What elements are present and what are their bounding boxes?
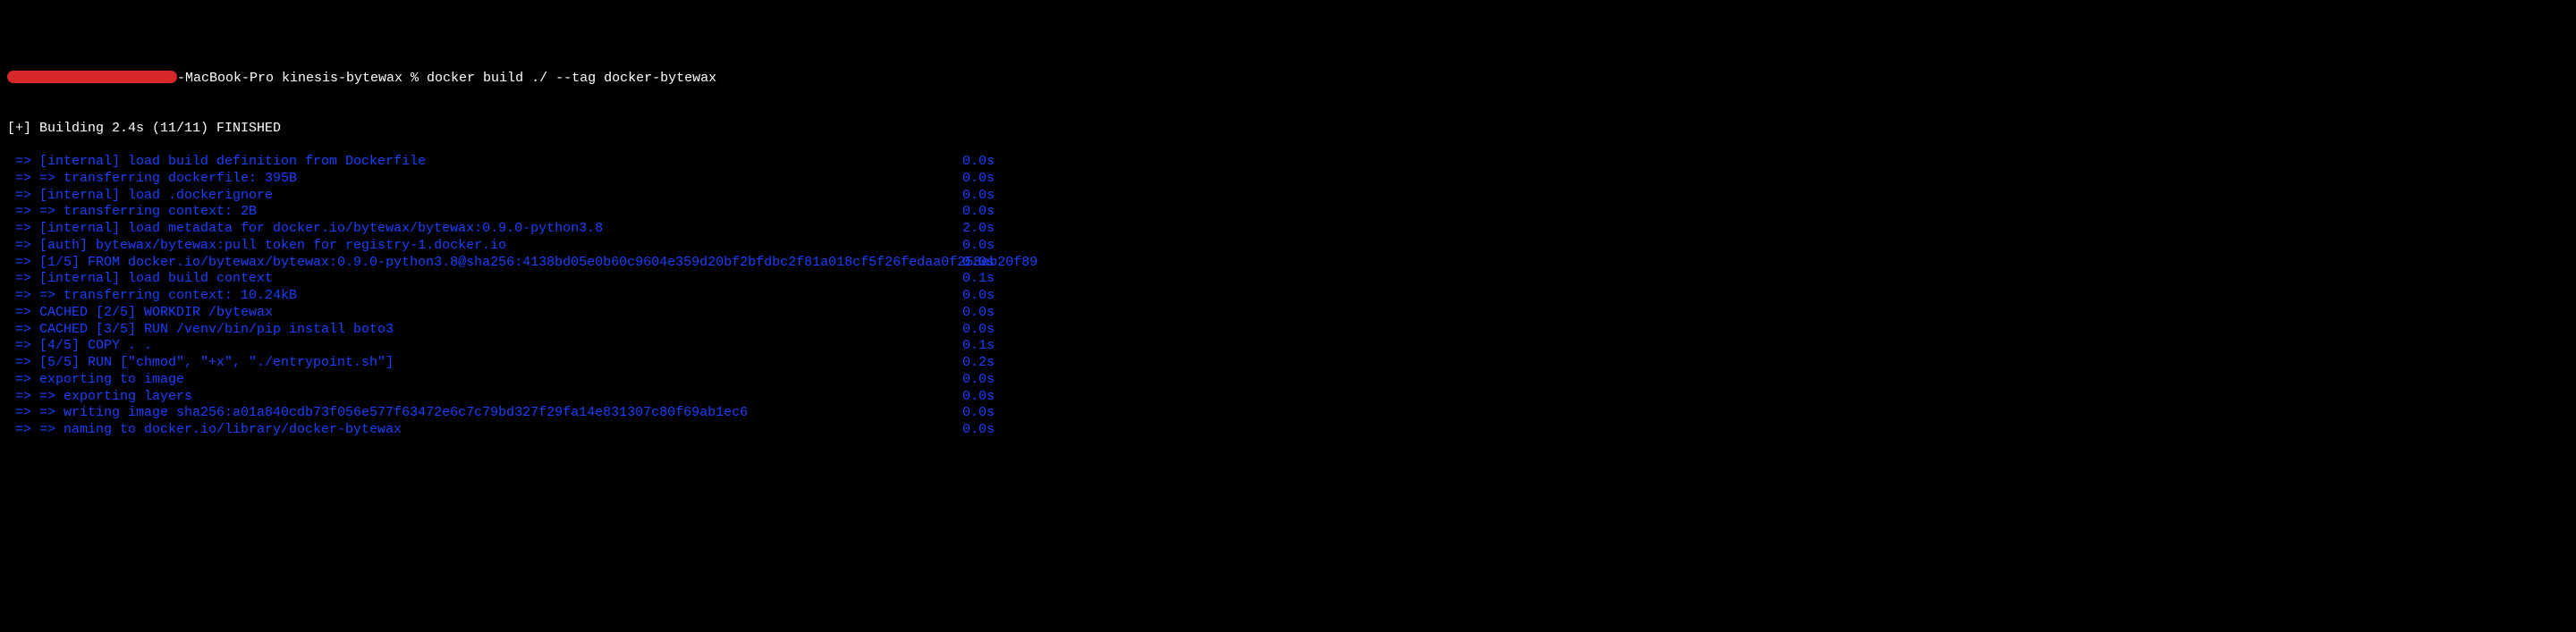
arrow-icon: =>: [7, 255, 39, 272]
build-step-row: => [internal] load .dockerignore 0.0s: [7, 188, 2569, 205]
build-step-row: => => transferring dockerfile: 395B 0.0s: [7, 171, 2569, 188]
arrow-icon: =>: [7, 238, 39, 255]
build-step-time: 0.0s: [962, 372, 995, 389]
shell-prompt-host: -MacBook-Pro kinesis-bytewax %: [177, 71, 427, 86]
arrow-icon: =>: [7, 422, 39, 439]
arrow-icon: =>: [7, 305, 39, 322]
build-step-text: CACHED [3/5] RUN /venv/bin/pip install b…: [39, 322, 394, 339]
build-step-text: CACHED [2/5] WORKDIR /bytewax: [39, 305, 273, 322]
arrow-icon: =>: [7, 221, 39, 238]
build-step-row: => => transferring context: 10.24kB 0.0s: [7, 288, 2569, 305]
redaction-bar: [7, 71, 177, 83]
build-step-row: => => transferring context: 2B 0.0s: [7, 204, 2569, 221]
build-step-row: => [4/5] COPY . . 0.1s: [7, 338, 2569, 355]
build-step-row: => => naming to docker.io/library/docker…: [7, 422, 2569, 439]
shell-command: docker build ./ --tag docker-bytewax: [427, 71, 716, 86]
arrow-icon: =>: [7, 204, 39, 221]
build-step-text: [internal] load build definition from Do…: [39, 154, 426, 171]
arrow-icon: =>: [7, 288, 39, 305]
build-step-time: 0.0s: [962, 389, 995, 406]
build-step-text: => transferring dockerfile: 395B: [39, 171, 297, 188]
build-step-time: 0.0s: [962, 288, 995, 305]
build-step-time: 0.0s: [962, 171, 995, 188]
build-step-time: 0.2s: [962, 355, 995, 372]
arrow-icon: =>: [7, 338, 39, 355]
build-step-time: 0.1s: [962, 338, 995, 355]
arrow-icon: =>: [7, 372, 39, 389]
build-step-time: 0.0s: [962, 255, 995, 272]
build-step-row: => [internal] load build context 0.1s: [7, 271, 2569, 288]
build-step-text: => exporting layers: [39, 389, 192, 406]
build-step-text: [4/5] COPY . .: [39, 338, 152, 355]
build-step-time: 0.0s: [962, 188, 995, 205]
build-step-time: 0.0s: [962, 305, 995, 322]
build-step-text: exporting to image: [39, 372, 184, 389]
build-step-text: [1/5] FROM docker.io/bytewax/bytewax:0.9…: [39, 255, 1038, 272]
build-step-row: => CACHED [2/5] WORKDIR /bytewax 0.0s: [7, 305, 2569, 322]
build-step-row: => [5/5] RUN ["chmod", "+x", "./entrypoi…: [7, 355, 2569, 372]
build-step-text: => transferring context: 10.24kB: [39, 288, 297, 305]
build-step-time: 0.0s: [962, 154, 995, 171]
build-step-text: => naming to docker.io/library/docker-by…: [39, 422, 402, 439]
build-step-time: 0.0s: [962, 322, 995, 339]
build-step-time: 0.0s: [962, 405, 995, 422]
build-step-row: => CACHED [3/5] RUN /venv/bin/pip instal…: [7, 322, 2569, 339]
shell-prompt-line: -MacBook-Pro kinesis-bytewax % docker bu…: [7, 71, 2569, 88]
arrow-icon: =>: [7, 322, 39, 339]
build-step-row: => [internal] load metadata for docker.i…: [7, 221, 2569, 238]
build-step-text: [internal] load .dockerignore: [39, 188, 273, 205]
build-step-text: [internal] load build context: [39, 271, 273, 288]
arrow-icon: =>: [7, 405, 39, 422]
arrow-icon: =>: [7, 271, 39, 288]
arrow-icon: =>: [7, 188, 39, 205]
arrow-icon: =>: [7, 154, 39, 171]
build-step-text: [auth] bytewax/bytewax:pull token for re…: [39, 238, 506, 255]
build-step-time: 2.0s: [962, 221, 995, 238]
build-step-row: => [internal] load build definition from…: [7, 154, 2569, 171]
arrow-icon: =>: [7, 355, 39, 372]
arrow-icon: =>: [7, 389, 39, 406]
build-step-text: => transferring context: 2B: [39, 204, 257, 221]
build-step-text: [internal] load metadata for docker.io/b…: [39, 221, 603, 238]
build-step-row: => => exporting layers 0.0s: [7, 389, 2569, 406]
build-step-time: 0.0s: [962, 422, 995, 439]
build-step-time: 0.1s: [962, 271, 995, 288]
build-step-time: 0.0s: [962, 204, 995, 221]
arrow-icon: =>: [7, 171, 39, 188]
build-step-row: => [auth] bytewax/bytewax:pull token for…: [7, 238, 2569, 255]
build-steps-list: => [internal] load build definition from…: [7, 154, 2569, 439]
build-step-text: => writing image sha256:a01a840cdb73f056…: [39, 405, 748, 422]
build-step-row: => => writing image sha256:a01a840cdb73f…: [7, 405, 2569, 422]
build-summary: [+] Building 2.4s (11/11) FINISHED: [7, 121, 2569, 138]
build-step-row: => [1/5] FROM docker.io/bytewax/bytewax:…: [7, 255, 2569, 272]
build-step-time: 0.0s: [962, 238, 995, 255]
build-step-text: [5/5] RUN ["chmod", "+x", "./entrypoint.…: [39, 355, 394, 372]
build-step-row: => exporting to image 0.0s: [7, 372, 2569, 389]
